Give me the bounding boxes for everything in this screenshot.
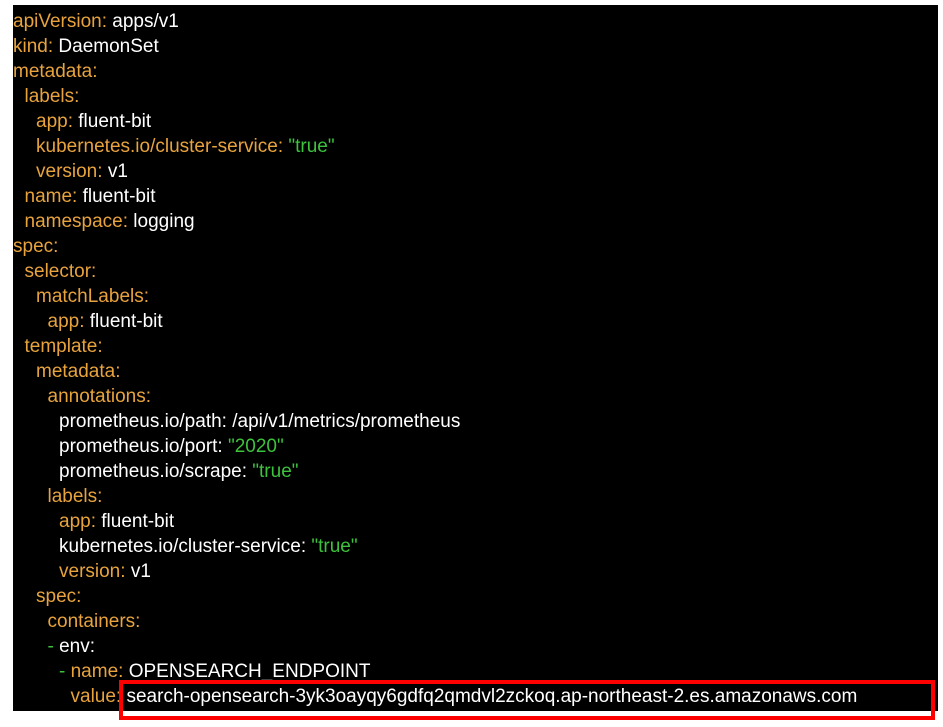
yaml-line: apiVersion: apps/v1: [13, 11, 179, 32]
yaml-key: spec: [13, 236, 54, 257]
yaml-value: "true": [288, 136, 335, 157]
yaml-line: selector:: [24, 261, 97, 282]
yaml-key: annotations: [47, 386, 146, 407]
yaml-value: v1: [107, 161, 128, 182]
yaml-key: selector: [24, 261, 92, 282]
yaml-key: kubernetes.io/cluster-service: [59, 536, 301, 557]
yaml-value: fluent-bit: [89, 311, 163, 332]
yaml-line: - name: OPENSEARCH_ENDPOINT: [59, 661, 371, 682]
yaml-key: name: [24, 186, 73, 207]
yaml-line: prometheus.io/port: "2020": [59, 436, 284, 457]
yaml-key: prometheus.io/scrape: [59, 461, 242, 482]
yaml-key: spec: [36, 586, 77, 607]
yaml-key: template: [24, 336, 98, 357]
yaml-value: "true": [252, 461, 299, 482]
yaml-list-dash: -: [59, 661, 66, 682]
yaml-line: app: fluent-bit: [36, 111, 152, 132]
yaml-key: kubernetes.io/cluster-service: [36, 136, 278, 157]
yaml-line: containers:: [47, 611, 141, 632]
yaml-line: kubernetes.io/cluster-service: "true": [36, 136, 335, 157]
yaml-key: value: [70, 686, 116, 707]
yaml-key: env: [59, 636, 90, 657]
yaml-key: labels: [24, 86, 75, 107]
yaml-value: OPENSEARCH_ENDPOINT: [128, 661, 371, 682]
yaml-value: /api/v1/metrics/prometheus: [232, 411, 461, 432]
yaml-line: prometheus.io/scrape: "true": [59, 461, 299, 482]
yaml-key: labels: [47, 486, 98, 507]
yaml-key: prometheus.io/path: [59, 411, 222, 432]
yaml-value: v1: [130, 561, 151, 582]
yaml-line: labels:: [24, 86, 80, 107]
yaml-line: labels:: [47, 486, 103, 507]
yaml-line: - env:: [47, 636, 96, 657]
yaml-key: app: [59, 511, 91, 532]
yaml-key: version: [36, 161, 98, 182]
yaml-line: version: v1: [36, 161, 128, 182]
yaml-line: version: v1: [59, 561, 151, 582]
yaml-key: metadata: [36, 361, 116, 382]
yaml-key: app: [36, 111, 68, 132]
yaml-value: fluent-bit: [82, 186, 156, 207]
yaml-value: search-opensearch-3yk3oayqy6gdfq2qmdvl2z…: [126, 686, 858, 707]
yaml-line: name: fluent-bit: [24, 186, 156, 207]
yaml-key: matchLabels: [36, 286, 144, 307]
yaml-code-panel: apiVersion: apps/v1 kind: DaemonSet metada…: [13, 5, 938, 711]
yaml-line: template:: [24, 336, 103, 357]
yaml-line: spec:: [13, 236, 59, 257]
yaml-key: namespace: [24, 211, 123, 232]
yaml-value: "2020": [227, 436, 284, 457]
yaml-line: metadata:: [13, 61, 98, 82]
yaml-line: namespace: logging: [24, 211, 195, 232]
yaml-value: fluent-bit: [101, 511, 175, 532]
yaml-value: DaemonSet: [58, 36, 159, 57]
yaml-line: app: fluent-bit: [47, 311, 163, 332]
yaml-value: fluent-bit: [78, 111, 152, 132]
yaml-line: value: search-opensearch-3yk3oayqy6gdfq2…: [70, 686, 858, 707]
yaml-key: prometheus.io/port: [59, 436, 218, 457]
yaml-line: matchLabels:: [36, 286, 150, 307]
yaml-key: apiVersion: [13, 11, 102, 32]
yaml-list-dash: -: [47, 636, 54, 657]
yaml-value: "true": [311, 536, 358, 557]
yaml-line: kubernetes.io/cluster-service: "true": [59, 536, 358, 557]
yaml-line: annotations:: [47, 386, 152, 407]
yaml-key: containers: [47, 611, 136, 632]
yaml-line: kind: DaemonSet: [13, 36, 159, 57]
yaml-key: version: [59, 561, 121, 582]
yaml-value: apps/v1: [112, 11, 179, 32]
yaml-line: spec:: [36, 586, 82, 607]
yaml-key: name: [70, 661, 119, 682]
yaml-value: logging: [133, 211, 195, 232]
yaml-key: metadata: [13, 61, 93, 82]
yaml-line: app: fluent-bit: [59, 511, 175, 532]
yaml-key: app: [47, 311, 80, 332]
yaml-line: metadata:: [36, 361, 121, 382]
yaml-line: prometheus.io/path: /api/v1/metrics/prom…: [59, 411, 461, 432]
yaml-key: kind: [13, 36, 48, 57]
